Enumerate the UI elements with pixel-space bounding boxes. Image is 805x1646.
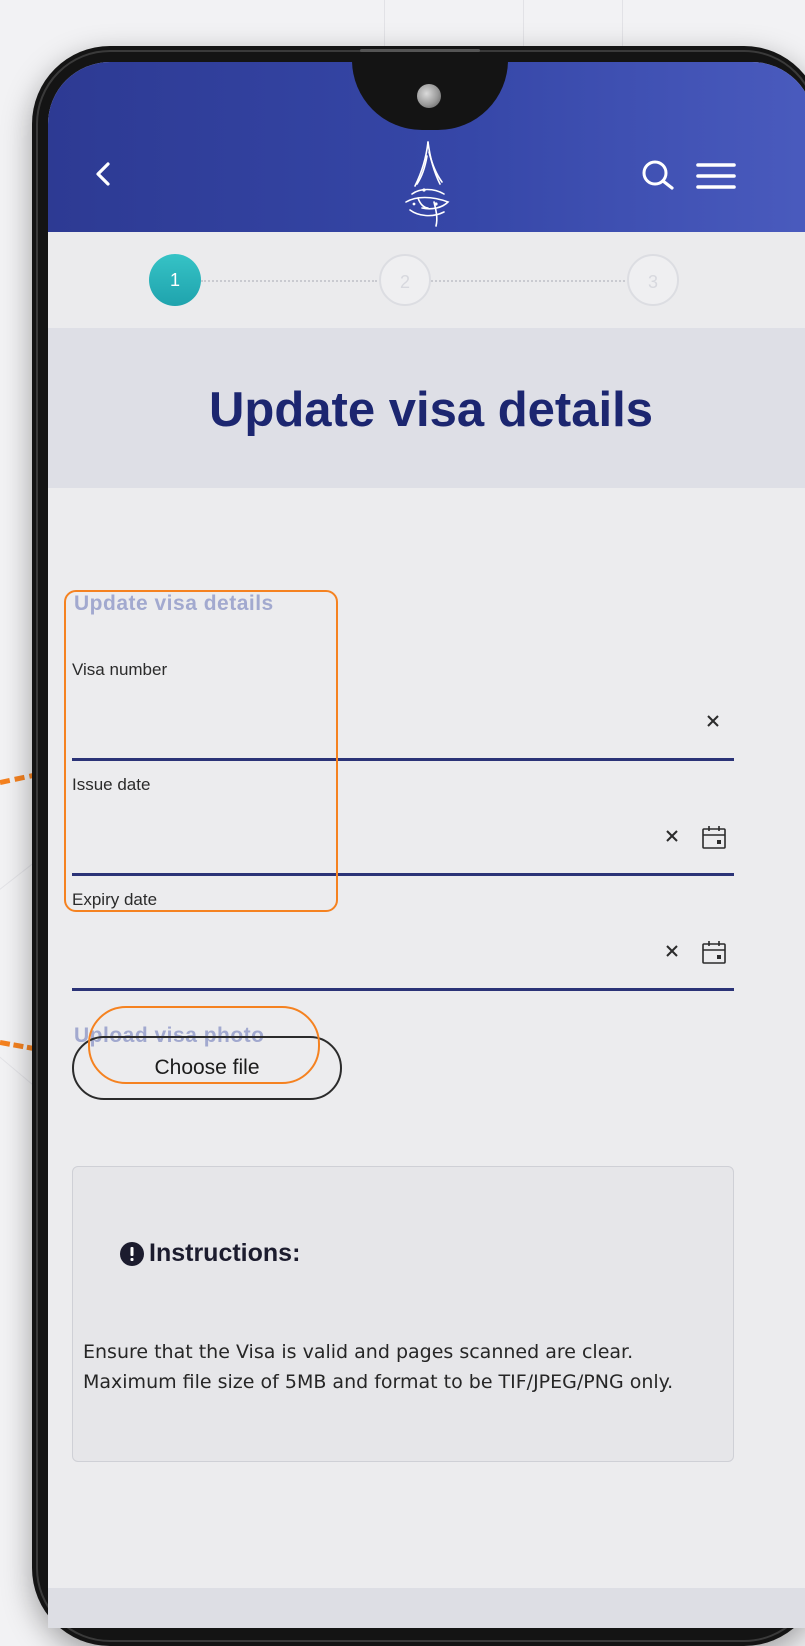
clear-icon[interactable] [704, 712, 722, 730]
issue-date-field[interactable]: Issue date [72, 775, 734, 876]
instructions-panel: Instructions: Ensure that the Visa is va… [72, 1166, 734, 1462]
calendar-icon[interactable] [700, 823, 728, 851]
calligraphy-logo-icon [405, 141, 450, 227]
step-3[interactable]: 3 [627, 254, 679, 306]
instructions-title: Instructions: [149, 1239, 301, 1267]
page-title-band: Update visa details [48, 328, 805, 488]
page-title: Update visa details [209, 383, 653, 437]
info-icon [120, 1242, 144, 1266]
calendar-icon[interactable] [700, 938, 728, 966]
bottom-bar [48, 1588, 805, 1628]
step-connector [201, 280, 377, 282]
field-label: Expiry date [72, 890, 158, 909]
search-icon[interactable] [638, 156, 678, 196]
field-label: Issue date [72, 775, 151, 794]
choose-file-button[interactable]: Choose file [72, 1036, 342, 1100]
step-1[interactable]: 1 [149, 254, 201, 306]
section-title-visa-details: Update visa details [74, 592, 274, 615]
clear-icon[interactable] [663, 827, 681, 845]
progress-stepper: 1 2 3 [48, 232, 805, 328]
front-camera [417, 84, 441, 108]
hamburger-menu-icon[interactable] [695, 160, 737, 192]
form-content: Update visa details Visa number Issue da… [48, 488, 805, 1628]
visa-number-field[interactable]: Visa number [72, 660, 734, 761]
step-connector [431, 280, 625, 282]
app-screen: 1 2 3 Update visa details Update visa de… [48, 62, 805, 1628]
expiry-date-field[interactable]: Expiry date [72, 890, 734, 991]
phone-speaker [360, 49, 480, 52]
step-2[interactable]: 2 [379, 254, 431, 306]
instructions-text: Ensure that the Visa is valid and pages … [83, 1341, 674, 1393]
chevron-left-icon[interactable] [84, 154, 124, 194]
clear-icon[interactable] [663, 942, 681, 960]
field-label: Visa number [72, 660, 168, 679]
